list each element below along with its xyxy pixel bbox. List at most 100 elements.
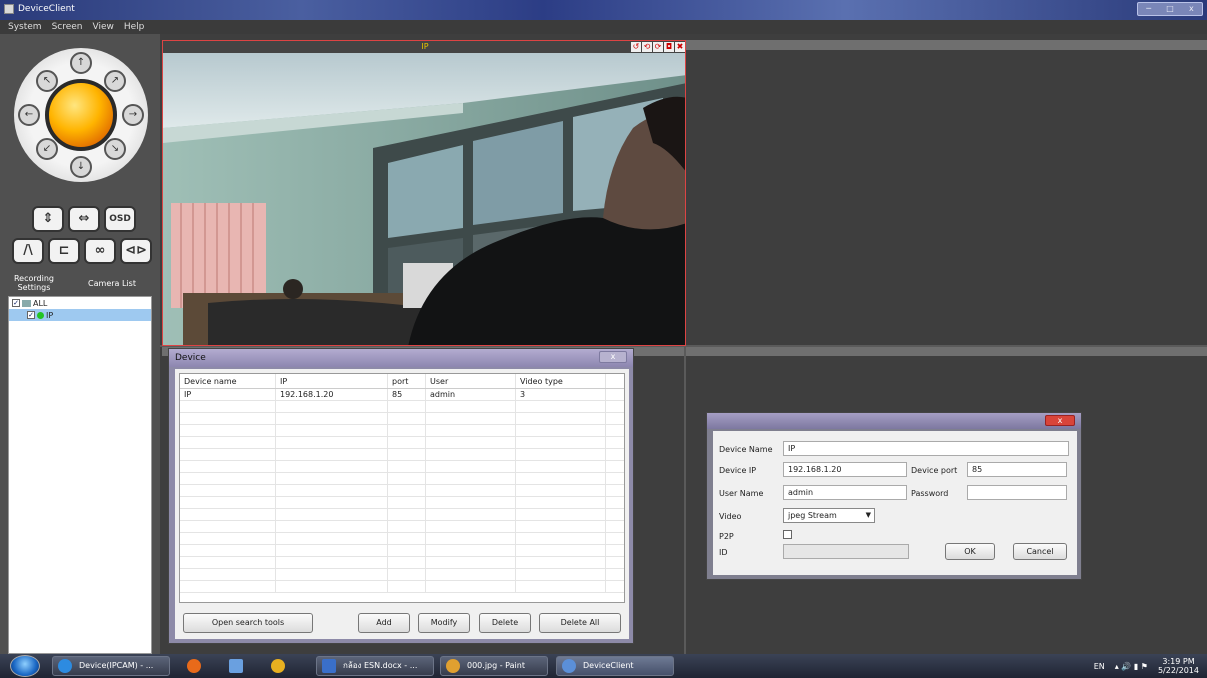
maximize-button[interactable]: □ [1159, 3, 1180, 15]
tree-item-all[interactable]: ✓ ALL [9, 297, 151, 309]
delete-button[interactable]: Delete [479, 613, 531, 633]
empty-table-row [180, 473, 624, 485]
window-title: DeviceClient [18, 4, 75, 14]
app-icon [4, 4, 14, 14]
empty-table-row [180, 569, 624, 581]
col-user[interactable]: User [426, 374, 516, 388]
open-search-tools-button[interactable]: Open search tools [183, 613, 313, 633]
cell-user: admin [426, 389, 516, 400]
language-indicator[interactable]: EN [1094, 662, 1105, 671]
minimize-button[interactable]: ─ [1138, 3, 1159, 15]
taskbar-item-word[interactable]: กล้อง ESN.docx - ... [316, 656, 434, 676]
device-dialog-title: Device [169, 349, 633, 367]
tree-all-label: ALL [33, 298, 48, 308]
ptz-up-icon[interactable]: ↑ [70, 52, 92, 74]
taskbar-pinned-firefox[interactable] [178, 656, 210, 676]
table-row[interactable]: IP 192.168.1.20 85 admin 3 [180, 389, 624, 401]
internet-explorer-icon [58, 659, 72, 673]
empty-table-row [180, 533, 624, 545]
p2p-checkbox[interactable] [783, 530, 792, 539]
add-button[interactable]: Add [358, 613, 410, 633]
firefox-icon [187, 659, 201, 673]
ptz-left-icon[interactable]: ← [18, 104, 40, 126]
id-field[interactable] [783, 544, 909, 559]
menu-help[interactable]: Help [124, 20, 145, 34]
col-port[interactable]: port [388, 374, 426, 388]
horizontal-scan-button[interactable]: ⇔ [68, 206, 100, 232]
ptz-up-right-icon[interactable]: ↗ [104, 70, 126, 92]
tray-icons[interactable]: ▴ 🔊 ▮ ⚑ [1115, 662, 1148, 671]
edit-dialog-titlebar [707, 413, 1081, 429]
recording-settings-link[interactable]: Recording Settings [12, 274, 56, 292]
device-edit-dialog: x Device Name IP Device IP 192.168.1.20 … [706, 412, 1082, 580]
record-icon[interactable]: ↺ [631, 42, 641, 52]
empty-table-row [180, 425, 624, 437]
snapshot-icon[interactable]: ◘ [664, 42, 674, 52]
ptz-center-button[interactable] [45, 79, 117, 151]
col-device-name[interactable]: Device name [180, 374, 276, 388]
ptz-right-icon[interactable]: → [122, 104, 144, 126]
rotate-right-icon[interactable]: ⟳ [653, 42, 663, 52]
tree-item-ip[interactable]: ✓ IP [9, 309, 151, 321]
empty-table-row [180, 437, 624, 449]
device-dialog-close-button[interactable]: x [599, 351, 627, 363]
taskbar-pinned-chrome[interactable] [262, 656, 294, 676]
zoom-out-button[interactable]: ⊏ [48, 238, 80, 264]
video-stream-select[interactable]: jpeg Stream ▼ [783, 508, 875, 523]
tree-ip-checkbox[interactable]: ✓ [27, 311, 35, 319]
user-name-field[interactable]: admin [783, 485, 907, 500]
menu-screen[interactable]: Screen [52, 20, 83, 34]
osd-button[interactable]: OSD [104, 206, 136, 232]
taskbar-item-deviceclient[interactable]: DeviceClient [556, 656, 674, 676]
edit-dialog-close-button[interactable]: x [1045, 415, 1075, 426]
device-dialog-body: Device name IP port User Video type IP 1… [175, 369, 629, 639]
clock[interactable]: 3:19 PM 5/22/2014 [1158, 657, 1199, 675]
user-name-label: User Name [719, 489, 764, 498]
taskbar-item-ie[interactable]: Device(IPCAM) - ... [52, 656, 170, 676]
close-video-icon[interactable]: ✖ [675, 42, 685, 52]
camera-list-link[interactable]: Camera List [82, 279, 142, 288]
empty-table-row [180, 521, 624, 533]
modify-button[interactable]: Modify [418, 613, 470, 633]
taskbar-pinned-network[interactable] [220, 656, 252, 676]
focus-button[interactable]: ∞ [84, 238, 116, 264]
online-status-icon [37, 311, 44, 319]
ptz-down-left-icon[interactable]: ↙ [36, 138, 58, 160]
password-label: Password [911, 489, 949, 498]
device-client-screen: DeviceClient ─ □ x System Screen View He… [0, 0, 1207, 678]
video-title: IP [421, 42, 429, 51]
delete-all-button[interactable]: Delete All [539, 613, 621, 633]
video-toolbar: ↺ ⟲ ⟳ ◘ ✖ [631, 42, 685, 52]
ptz-controls-row1: ⇕ ⇔ OSD [32, 206, 136, 232]
taskbar-item-deviceclient-label: DeviceClient [583, 661, 634, 670]
col-video-type[interactable]: Video type [516, 374, 606, 388]
tree-ip-label: IP [46, 310, 54, 320]
empty-table-row [180, 401, 624, 413]
device-list-dialog: Device x Device name IP port User Video … [168, 348, 634, 644]
start-button[interactable] [10, 655, 40, 677]
vertical-scan-button[interactable]: ⇕ [32, 206, 64, 232]
ok-button[interactable]: OK [945, 543, 995, 560]
empty-table-row [180, 557, 624, 569]
paint-icon [446, 659, 460, 673]
password-field[interactable] [967, 485, 1067, 500]
rotate-left-icon[interactable]: ⟲ [642, 42, 652, 52]
device-port-field[interactable]: 85 [967, 462, 1067, 477]
device-ip-field[interactable]: 192.168.1.20 [783, 462, 907, 477]
taskbar-item-paint[interactable]: 000.jpg - Paint [440, 656, 548, 676]
ptz-down-icon[interactable]: ↓ [70, 156, 92, 178]
iris-button[interactable]: ⊲⊳ [120, 238, 152, 264]
tree-all-checkbox[interactable]: ✓ [12, 299, 20, 307]
ptz-down-right-icon[interactable]: ↘ [104, 138, 126, 160]
cancel-button[interactable]: Cancel [1013, 543, 1067, 560]
word-icon [322, 659, 336, 673]
window-controls: ─ □ x [1137, 2, 1203, 16]
menu-system[interactable]: System [8, 20, 42, 34]
menu-view[interactable]: View [93, 20, 114, 34]
close-window-button[interactable]: x [1181, 3, 1202, 15]
device-name-field[interactable]: IP [783, 441, 1069, 456]
taskbar-item-word-label: กล้อง ESN.docx - ... [343, 661, 418, 670]
col-ip[interactable]: IP [276, 374, 388, 388]
video-cell-1[interactable]: IP ↺ ⟲ ⟳ ◘ ✖ [162, 40, 686, 346]
zoom-in-button[interactable]: /\ [12, 238, 44, 264]
